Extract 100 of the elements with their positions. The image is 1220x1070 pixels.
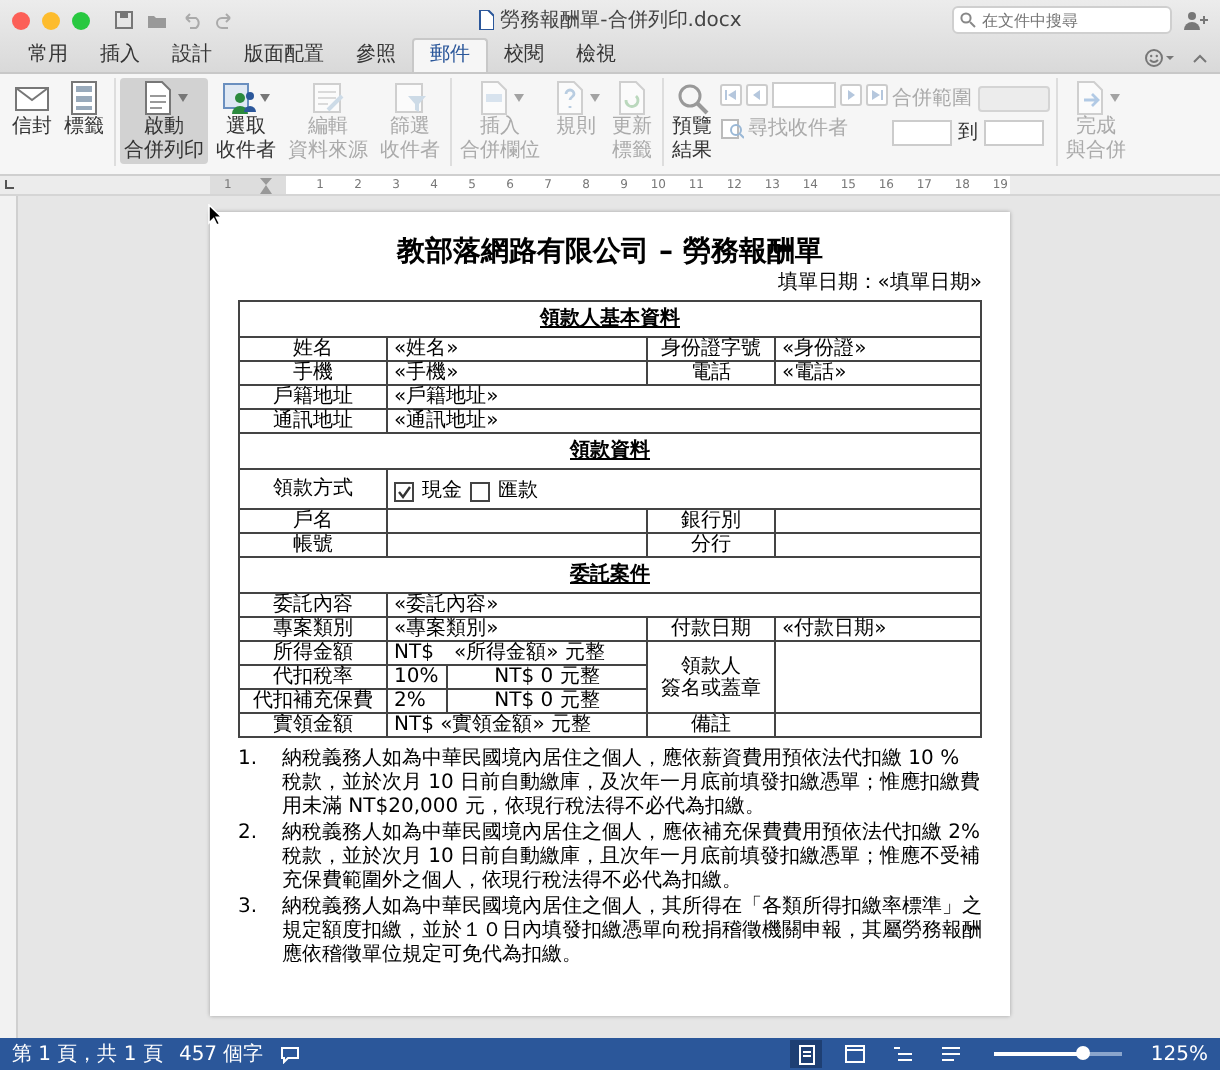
ribbon-tab[interactable]: 校閱: [488, 40, 560, 72]
save-icon[interactable]: [114, 10, 134, 30]
caret-icon: [1110, 94, 1120, 102]
close-button[interactable]: [12, 11, 30, 29]
caret-icon: [514, 94, 524, 102]
word-count: 457 個字: [178, 1041, 264, 1068]
table-cell: 付款日期: [647, 617, 775, 641]
table-cell: «身份證»: [775, 337, 981, 361]
table-cell: 10%: [387, 665, 447, 689]
search-field[interactable]: 在文件中搜尋: [952, 6, 1172, 34]
ribbon-tab[interactable]: 參照: [340, 40, 412, 72]
table-cell: 身份證字號: [647, 337, 775, 361]
table-cell: 領款人 簽名或蓋章: [647, 641, 775, 713]
proofing-icon[interactable]: [279, 1045, 300, 1063]
ribbon-button[interactable]: 啟動 合併列印: [120, 78, 208, 164]
table-cell: 專案類別: [239, 617, 387, 641]
insert-field-icon: [476, 80, 512, 116]
table-cell: 通訊地址: [239, 409, 387, 433]
zoom-level: 125%: [1150, 1043, 1208, 1065]
checkbox[interactable]: [394, 481, 414, 501]
range-label: 合併範圍: [892, 86, 972, 112]
note-text: 納稅義務人如為中華民國境內居住之個人，應依薪資費用預依法代扣繳 10 % 稅款，並於次月 10 日前自動繳庫，及次年一月底前填發扣繳憑單；惟應扣繳費用未滿 NT$20,000 元，依現行稅法得不必代為扣繳。: [282, 748, 982, 820]
magnifier-icon: [674, 80, 710, 116]
table-cell: 代扣補充保費: [239, 689, 387, 713]
smiley-icon[interactable]: [1144, 48, 1176, 68]
web-layout-icon[interactable]: [843, 1043, 866, 1065]
tab-stop-icon[interactable]: [4, 180, 14, 190]
refresh-icon: [614, 80, 650, 116]
table-cell: 姓名: [239, 337, 387, 361]
table-cell: 所得金額: [239, 641, 387, 665]
table-cell: NT$ «實領金額» 元整: [387, 713, 647, 737]
person-add-icon[interactable]: [1184, 10, 1208, 30]
caret-icon: [178, 94, 188, 102]
zoom-button[interactable]: [72, 11, 90, 29]
table-cell: 戶名: [239, 509, 387, 533]
ribbon-button[interactable]: 信封: [8, 78, 56, 141]
table-cell: 領款方式: [239, 469, 387, 509]
collapse-icon[interactable]: [1192, 52, 1208, 64]
people-icon: [222, 80, 258, 116]
redo-icon[interactable]: [216, 10, 236, 30]
table-cell: «專案類別»: [387, 617, 647, 641]
ribbon-tab[interactable]: 插入: [84, 40, 156, 72]
document-title: 教部落網路有限公司 – 勞務報酬單: [394, 236, 825, 270]
ribbon-tab[interactable]: 設計: [156, 40, 228, 72]
ribbon-tab[interactable]: 常用: [12, 40, 84, 72]
table-cell: 備註: [647, 713, 775, 737]
note-text: 納稅義務人如為中華民國境內居住之個人，其所得在「各類所得扣繳率標準」之規定額度扣繳，並於１０日內填發扣繳憑單向稅捐稽徵機關申報，其屬勞務報酬應依稽徵單位規定可免代為扣繳。: [282, 896, 982, 968]
option-label: 現金: [422, 480, 462, 502]
indent-marker-icon[interactable]: [259, 177, 272, 193]
table-cell: NT$ «所得金額» 元整: [387, 641, 647, 665]
document-arrow-icon: [1072, 80, 1108, 116]
caret-icon: [590, 94, 600, 102]
document-icon: [478, 10, 495, 30]
table-cell: 帳號: [239, 533, 387, 557]
window-title: 勞務報酬單-合併列印.docx: [500, 7, 742, 34]
search-icon: [960, 12, 976, 28]
ribbon-tab[interactable]: 版面配置: [228, 40, 340, 72]
slider-thumb[interactable]: [1075, 1046, 1090, 1060]
document-icon: [140, 80, 176, 116]
table-cell: 戶籍地址: [239, 385, 387, 409]
option-label: 匯款: [498, 480, 538, 502]
people-search-icon: [720, 117, 744, 139]
ribbon-button[interactable]: 選取 收件者: [212, 78, 280, 164]
table-cell: «委託內容»: [387, 593, 981, 617]
ribbon-button[interactable]: 標籤: [60, 78, 108, 141]
print-layout-icon[interactable]: [795, 1043, 818, 1065]
table-cell: NT$ 0 元整: [447, 689, 647, 713]
minimize-button[interactable]: [42, 11, 60, 29]
note-number: 3.: [238, 896, 260, 922]
section-heading: 領款資料: [239, 433, 981, 469]
note-text: 納稅義務人如為中華民國境內居住之個人，應依補充保費費用預依法代扣繳 2% 稅款，並於次月 10 日前自動繳庫，且次年一月底前填發扣繳憑單；惟應不受補充保費範圍外之個人，依現行稅法得不必代為扣繳。: [282, 822, 982, 894]
table-cell: 分行: [647, 533, 775, 557]
caret-icon: [260, 94, 270, 102]
table-cell: «姓名»: [387, 337, 647, 361]
ribbon-button[interactable]: 預覽 結果: [668, 78, 716, 164]
table-cell: «電話»: [775, 361, 981, 385]
folder-icon[interactable]: [146, 10, 168, 30]
ribbon-tab[interactable]: 檢視: [560, 40, 632, 72]
table-cell: 代扣稅率: [239, 665, 387, 689]
draft-icon[interactable]: [939, 1043, 962, 1065]
label-sheet-icon: [66, 80, 102, 116]
ribbon-tab[interactable]: 郵件: [412, 38, 488, 72]
table-cell: 實領金額: [239, 713, 387, 737]
edit-list-icon: [310, 80, 346, 116]
table-cell: 2%: [387, 689, 447, 713]
table-cell: 銀行別: [647, 509, 775, 533]
checkbox[interactable]: [470, 481, 490, 501]
table-cell: 委託內容: [239, 593, 387, 617]
table-cell: «付款日期»: [775, 617, 981, 641]
note-number: 2.: [238, 822, 260, 848]
undo-icon[interactable]: [180, 10, 204, 30]
question-icon: [552, 80, 588, 116]
fill-date-text: 填單日期：«填單日期»: [775, 272, 982, 296]
table-cell: NT$ 0 元整: [447, 665, 647, 689]
table-cell: 手機: [239, 361, 387, 385]
outline-icon[interactable]: [891, 1043, 914, 1065]
range-to-label: 到: [958, 120, 978, 146]
filter-icon: [392, 80, 428, 116]
table-cell: «戶籍地址»: [387, 385, 981, 409]
note-number: 1.: [238, 748, 260, 774]
